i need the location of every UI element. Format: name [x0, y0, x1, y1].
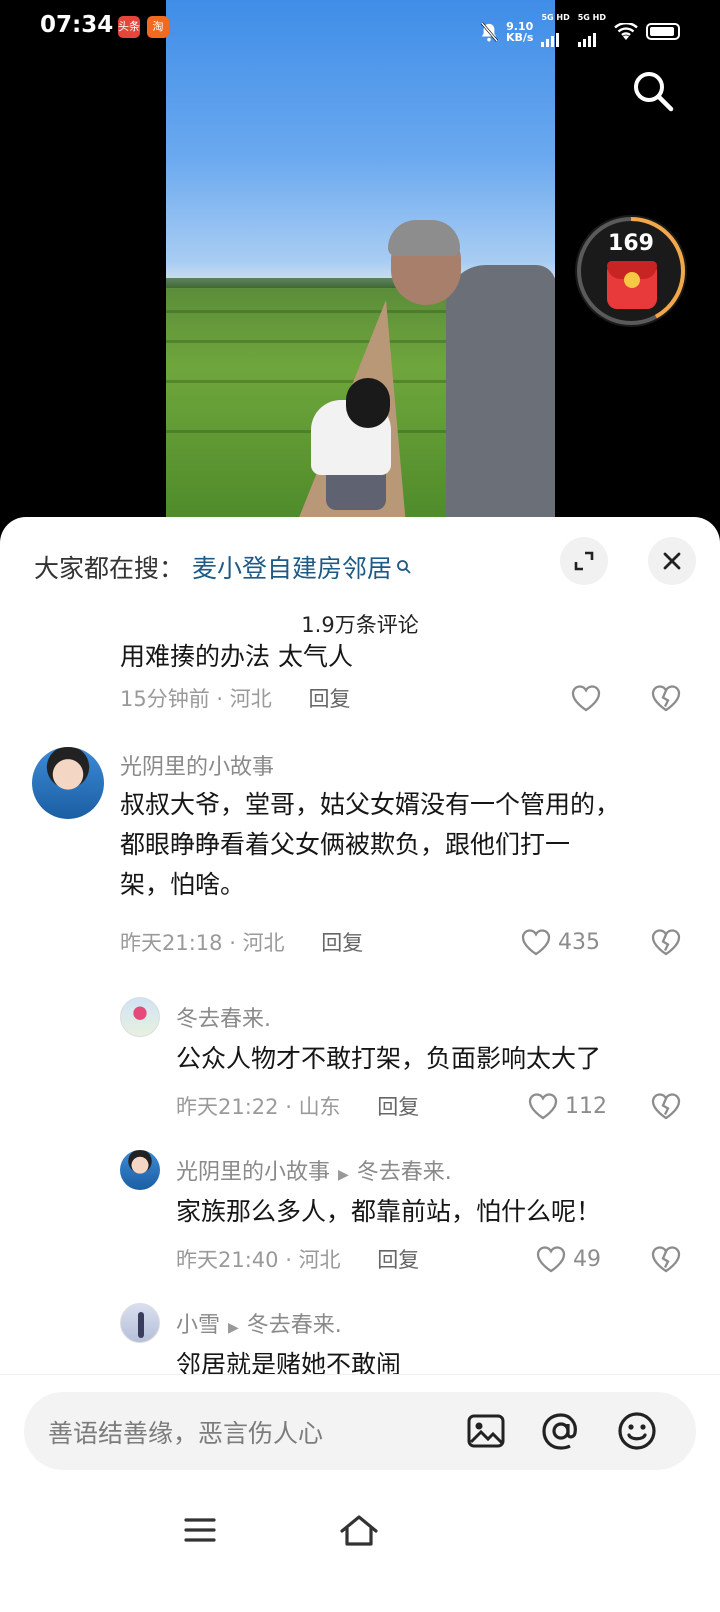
like-count: 435	[558, 929, 600, 955]
wifi-icon	[614, 22, 638, 40]
system-nav-bar	[0, 1484, 720, 1612]
comment-location: 河北	[229, 687, 272, 711]
red-envelope-icon	[607, 261, 657, 309]
notification-app-icon: 淘	[147, 16, 169, 38]
comment-meta: 昨天21:22 · 山东 回复	[176, 1095, 420, 1119]
home-icon[interactable]	[338, 1514, 380, 1548]
status-bar: 07:34 头条 淘 9.10 KB/s 5G HD 5G HD	[0, 0, 720, 56]
status-time: 07:34	[40, 12, 114, 38]
net-speed-value: 9.10	[506, 19, 534, 33]
emoji-icon[interactable]	[615, 1409, 659, 1453]
comment-meta: 昨天21:40 · 河北 回复	[176, 1248, 420, 1272]
comment-input-bar: 善语结善缘，恶言伤人心	[0, 1374, 720, 1484]
comment-text: 邻居就是赌她不敢闹	[176, 1350, 402, 1374]
comment-text-line: 都眼睁睁看着父女俩被欺负，跟他们打一	[120, 830, 571, 859]
signal-label: 5G HD	[541, 13, 570, 22]
like-button[interactable]: 49	[535, 1244, 601, 1274]
status-indicators: 9.10 KB/s 5G HD 5G HD	[480, 13, 680, 47]
heart-icon	[536, 1246, 566, 1273]
like-button[interactable]	[570, 683, 602, 713]
broken-heart-icon[interactable]	[650, 683, 682, 713]
reply-to-username[interactable]: 冬去春来.	[357, 1160, 452, 1185]
hot-search-query-link[interactable]: 麦小登自建房邻居	[192, 549, 392, 585]
comment-username[interactable]: 冬去春来.	[176, 1001, 271, 1033]
signal-2: 5G HD	[577, 13, 606, 47]
comment-text: 家族那么多人，都靠前站，怕什么呢！	[176, 1197, 602, 1226]
comment-location: 河北	[242, 931, 285, 955]
broken-heart-icon[interactable]	[650, 927, 682, 957]
reply-header: 小雪 ▶ 冬去春来.	[176, 1307, 342, 1339]
comment-sheet: 大家都在搜： 麦小登自建房邻居 1.9万条评论 用难揍的办法 太气人 15分钟前…	[0, 517, 720, 1612]
like-count: 49	[573, 1246, 601, 1272]
red-packet-reward-widget[interactable]: 169	[575, 215, 687, 327]
video-person-man	[446, 265, 555, 525]
net-speed-unit: KB/s	[505, 30, 534, 44]
video-person-girl-hair	[346, 378, 390, 428]
reward-count: 169	[608, 231, 654, 256]
hot-search-label: 大家都在搜：	[34, 554, 185, 583]
signal-1: 5G HD	[541, 13, 570, 47]
notification-app-icon: 头条	[118, 16, 140, 38]
like-count: 112	[565, 1093, 607, 1119]
signal-bars-icon	[577, 29, 606, 47]
comment-text: 叔叔大爷，堂哥，姑父女婿没有一个管用的， 都眼睁睁看着父女俩被欺负，跟他们打一 …	[120, 785, 690, 905]
reply-header: 光阴里的小故事 ▶ 冬去春来.	[176, 1154, 452, 1186]
signal-bars-icon	[541, 29, 569, 47]
close-icon	[663, 552, 681, 570]
battery-icon	[646, 23, 680, 40]
comment-time: 昨天21:40	[176, 1248, 279, 1272]
comment-text-line: 架，怕啥。	[120, 870, 246, 899]
reply-button[interactable]: 回复	[377, 1095, 419, 1119]
menu-icon[interactable]	[182, 1514, 218, 1546]
comment-time: 15分钟前	[120, 687, 210, 711]
heart-icon	[528, 1093, 558, 1120]
reply-button[interactable]: 回复	[321, 931, 363, 955]
comment-username[interactable]: 光阴里的小故事	[120, 749, 274, 781]
reply-button[interactable]: 回复	[377, 1248, 419, 1272]
heart-icon	[571, 685, 601, 712]
expand-icon	[574, 551, 594, 571]
comment-text-line: 叔叔大爷，堂哥，姑父女婿没有一个管用的，	[120, 790, 621, 819]
comment-location: 河北	[298, 1248, 341, 1272]
search-icon[interactable]	[630, 68, 676, 114]
avatar[interactable]	[32, 747, 104, 819]
comment-meta: 昨天21:18 · 河北 回复	[120, 931, 364, 955]
net-speed: 9.10 KB/s	[506, 21, 533, 43]
comment-text: 用难揍的办法 太气人	[120, 642, 353, 671]
expand-button[interactable]	[560, 537, 608, 585]
comment-username[interactable]: 光阴里的小故事	[176, 1160, 330, 1185]
close-button[interactable]	[648, 537, 696, 585]
avatar[interactable]	[120, 997, 160, 1037]
comment-location: 山东	[298, 1095, 341, 1119]
comment-count: 1.9万条评论	[301, 613, 419, 637]
heart-icon	[521, 929, 551, 956]
comment-time: 昨天21:22	[176, 1095, 279, 1119]
image-icon[interactable]	[464, 1409, 508, 1453]
avatar[interactable]	[120, 1150, 160, 1190]
broken-heart-icon[interactable]	[650, 1091, 682, 1121]
comment-username[interactable]: 小雪	[176, 1313, 220, 1338]
broken-heart-icon[interactable]	[650, 1244, 682, 1274]
like-button[interactable]: 112	[527, 1091, 607, 1121]
avatar[interactable]	[120, 1303, 160, 1343]
video-frame[interactable]	[166, 0, 555, 525]
like-button[interactable]: 435	[520, 927, 600, 957]
bell-off-icon	[480, 21, 498, 42]
reply-arrow-icon: ▶	[338, 1167, 349, 1183]
at-icon[interactable]	[539, 1409, 583, 1453]
reply-to-username[interactable]: 冬去春来.	[247, 1313, 342, 1338]
video-player[interactable]: 07:34 头条 淘 9.10 KB/s 5G HD 5G HD 169	[0, 0, 720, 525]
reply-arrow-icon: ▶	[228, 1320, 239, 1336]
comment-text: 公众人物才不敢打架，负面影响太大了	[176, 1044, 602, 1073]
signal-label: 5G HD	[577, 13, 606, 22]
video-person-man-hair	[388, 220, 460, 256]
comment-input-placeholder: 善语结善缘，恶言伤人心	[48, 1419, 324, 1448]
comment-input[interactable]: 善语结善缘，恶言伤人心	[24, 1392, 696, 1470]
comment-time: 昨天21:18	[120, 931, 223, 955]
small-search-icon	[397, 560, 411, 574]
reply-button[interactable]: 回复	[308, 687, 350, 711]
hot-search-bar[interactable]: 大家都在搜： 麦小登自建房邻居	[34, 549, 412, 585]
comment-list[interactable]: 用难揍的办法 太气人 15分钟前 · 河北 回复 光阴里的小故事 叔叔大爷，堂哥…	[0, 637, 720, 1374]
comment-meta: 15分钟前 · 河北 回复	[120, 687, 351, 711]
